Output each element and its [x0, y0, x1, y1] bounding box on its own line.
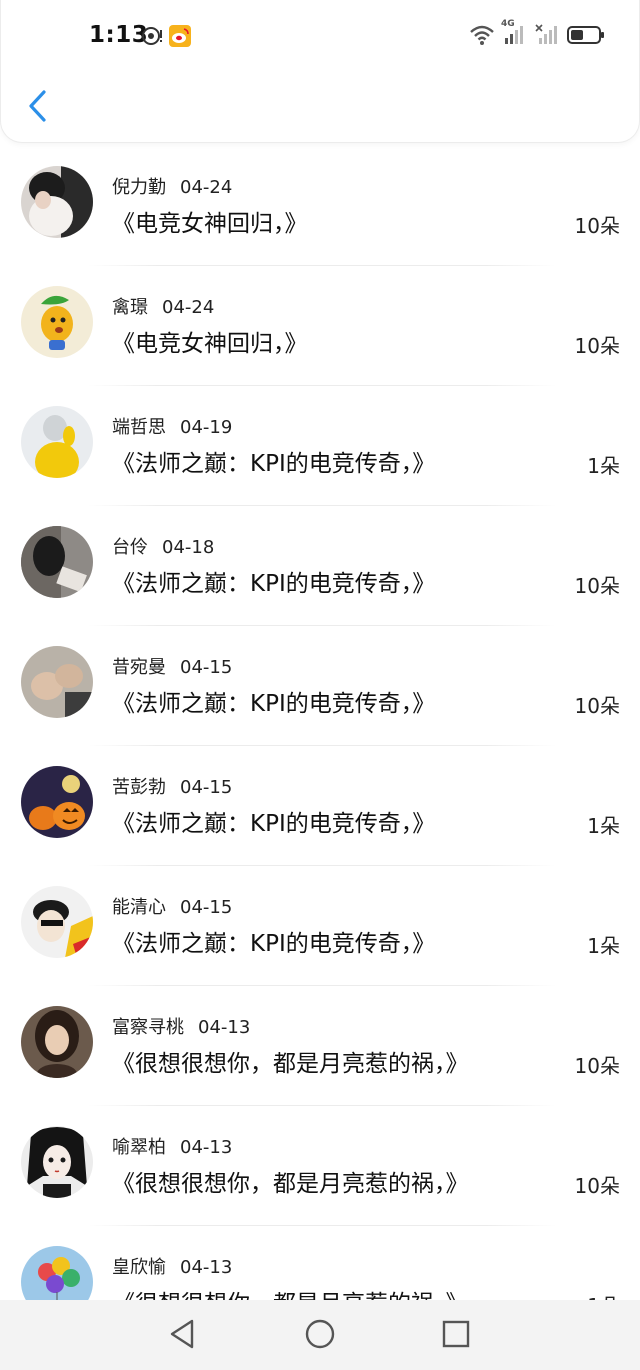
user-name: 富察寻桃 [112, 1017, 184, 1038]
book-title: 《法师之巅：KPI的电竞传奇，》 [112, 691, 436, 717]
weibo-icon [169, 25, 191, 51]
system-navigation-bar [0, 1300, 640, 1370]
avatar-painted-girl [21, 1006, 93, 1078]
avatar [21, 166, 93, 238]
record-date: 04-18 [162, 537, 215, 558]
gift-record-list: 倪力勤 04-24 《电竞女神回归，》 10朵 禽璟 04-24 《电竞女神回归，》… [0, 146, 640, 1300]
signal-off-icon [535, 24, 559, 50]
list-item[interactable]: 台伶 04-18 《法师之巅：KPI的电竞传奇，》 10朵 [0, 506, 640, 626]
gift-amount: 1朵 [587, 454, 620, 478]
book-title: 《法师之巅：KPI的电竞传奇，》 [112, 571, 436, 597]
nav-recents-button[interactable] [436, 1316, 476, 1356]
gift-amount: 1朵 [587, 1290, 620, 1300]
avatar [21, 1006, 93, 1078]
gift-amount: 1朵 [587, 814, 620, 838]
avatar [21, 526, 93, 598]
gift-amount: 10朵 [574, 1054, 620, 1078]
avatar [21, 766, 93, 838]
record-date: 04-15 [180, 657, 233, 678]
list-item[interactable]: 喻翠柏 04-13 《很想很想你，都是月亮惹的祸，》 10朵 [0, 1106, 640, 1226]
wifi-icon [469, 24, 495, 50]
user-name: 禽璟 [112, 297, 148, 318]
avatar-photo-girl [21, 166, 93, 238]
list-item[interactable]: 端哲思 04-19 《法师之巅：KPI的电竞传奇，》 1朵 [0, 386, 640, 506]
book-title: 《电竞女神回归，》 [112, 331, 308, 357]
nav-home-button[interactable] [300, 1316, 340, 1356]
gift-amount: 10朵 [574, 574, 620, 598]
avatar [21, 1246, 93, 1300]
user-name: 苦彭勃 [112, 777, 166, 798]
avatar-dark-figure [21, 526, 93, 598]
book-title: 《法师之巅：KPI的电竞传奇，》 [112, 811, 436, 837]
record-date: 04-24 [162, 297, 215, 318]
avatar-pumpkin [21, 766, 93, 838]
record-date: 04-13 [198, 1017, 251, 1038]
nav-back-icon [168, 1319, 196, 1353]
list-item[interactable]: 能清心 04-15 《法师之巅：KPI的电竞传奇，》 1朵 [0, 866, 640, 986]
list-item[interactable]: 皇欣愉 04-13 《很想很想你，都是月亮惹的祸，》 1朵 [0, 1226, 640, 1300]
user-name: 喻翠柏 [112, 1137, 166, 1158]
status-notification-icons [141, 25, 191, 51]
nfc-icon [141, 25, 163, 51]
avatar [21, 406, 93, 478]
book-title: 《法师之巅：KPI的电竞传奇，》 [112, 931, 436, 957]
avatar [21, 286, 93, 358]
chevron-left-icon [26, 89, 48, 127]
avatar-cartoon-mango [21, 286, 93, 358]
record-date: 04-15 [180, 777, 233, 798]
user-name: 皇欣愉 [112, 1257, 166, 1278]
user-name: 端哲思 [112, 417, 166, 438]
gift-amount: 1朵 [587, 934, 620, 958]
status-time: 1:13 [89, 22, 149, 48]
avatar-hands [21, 646, 93, 718]
book-title: 《很想很想你，都是月亮惹的祸，》 [112, 1284, 469, 1300]
user-name: 台伶 [112, 537, 148, 558]
user-name: 倪力勤 [112, 177, 166, 198]
avatar-comic [21, 886, 93, 958]
list-item[interactable]: 倪力勤 04-24 《电竞女神回归，》 10朵 [0, 146, 640, 266]
book-title: 《法师之巅：KPI的电竞传奇，》 [112, 451, 436, 477]
avatar-balloons [21, 1246, 93, 1300]
record-date: 04-19 [180, 417, 233, 438]
list-item[interactable]: 富察寻桃 04-13 《很想很想你，都是月亮惹的祸，》 10朵 [0, 986, 640, 1106]
book-title: 《很想很想你，都是月亮惹的祸，》 [112, 1171, 469, 1197]
list-item[interactable]: 苦彭勃 04-15 《法师之巅：KPI的电竞传奇，》 1朵 [0, 746, 640, 866]
nav-home-icon [304, 1318, 336, 1354]
nav-recents-icon [442, 1320, 470, 1352]
status-system-icons: 4G [469, 19, 605, 50]
list-item[interactable]: 昔宛曼 04-15 《法师之巅：KPI的电竞传奇，》 10朵 [0, 626, 640, 746]
record-date: 04-13 [180, 1257, 233, 1278]
user-name: 能清心 [112, 897, 166, 918]
avatar-anime-girl [21, 1126, 93, 1198]
user-name: 昔宛曼 [112, 657, 166, 678]
record-date: 04-15 [180, 897, 233, 918]
gift-amount: 10朵 [574, 214, 620, 238]
network-type-label: 4G [501, 19, 515, 29]
list-item[interactable]: 禽璟 04-24 《电竞女神回归，》 10朵 [0, 266, 640, 386]
book-title: 《电竞女神回归，》 [112, 211, 308, 237]
header-bar: 1:13 4G [0, 0, 640, 143]
avatar [21, 646, 93, 718]
avatar-yellow-figure [21, 406, 93, 478]
avatar [21, 886, 93, 958]
avatar [21, 1126, 93, 1198]
signal-icon: 4G [501, 19, 527, 50]
gift-amount: 10朵 [574, 1174, 620, 1198]
back-button[interactable] [21, 88, 53, 128]
gift-amount: 10朵 [574, 694, 620, 718]
record-date: 04-13 [180, 1137, 233, 1158]
book-title: 《很想很想你，都是月亮惹的祸，》 [112, 1051, 469, 1077]
gift-amount: 10朵 [574, 334, 620, 358]
battery-icon [567, 24, 605, 50]
nav-back-button[interactable] [162, 1316, 202, 1356]
record-date: 04-24 [180, 177, 233, 198]
